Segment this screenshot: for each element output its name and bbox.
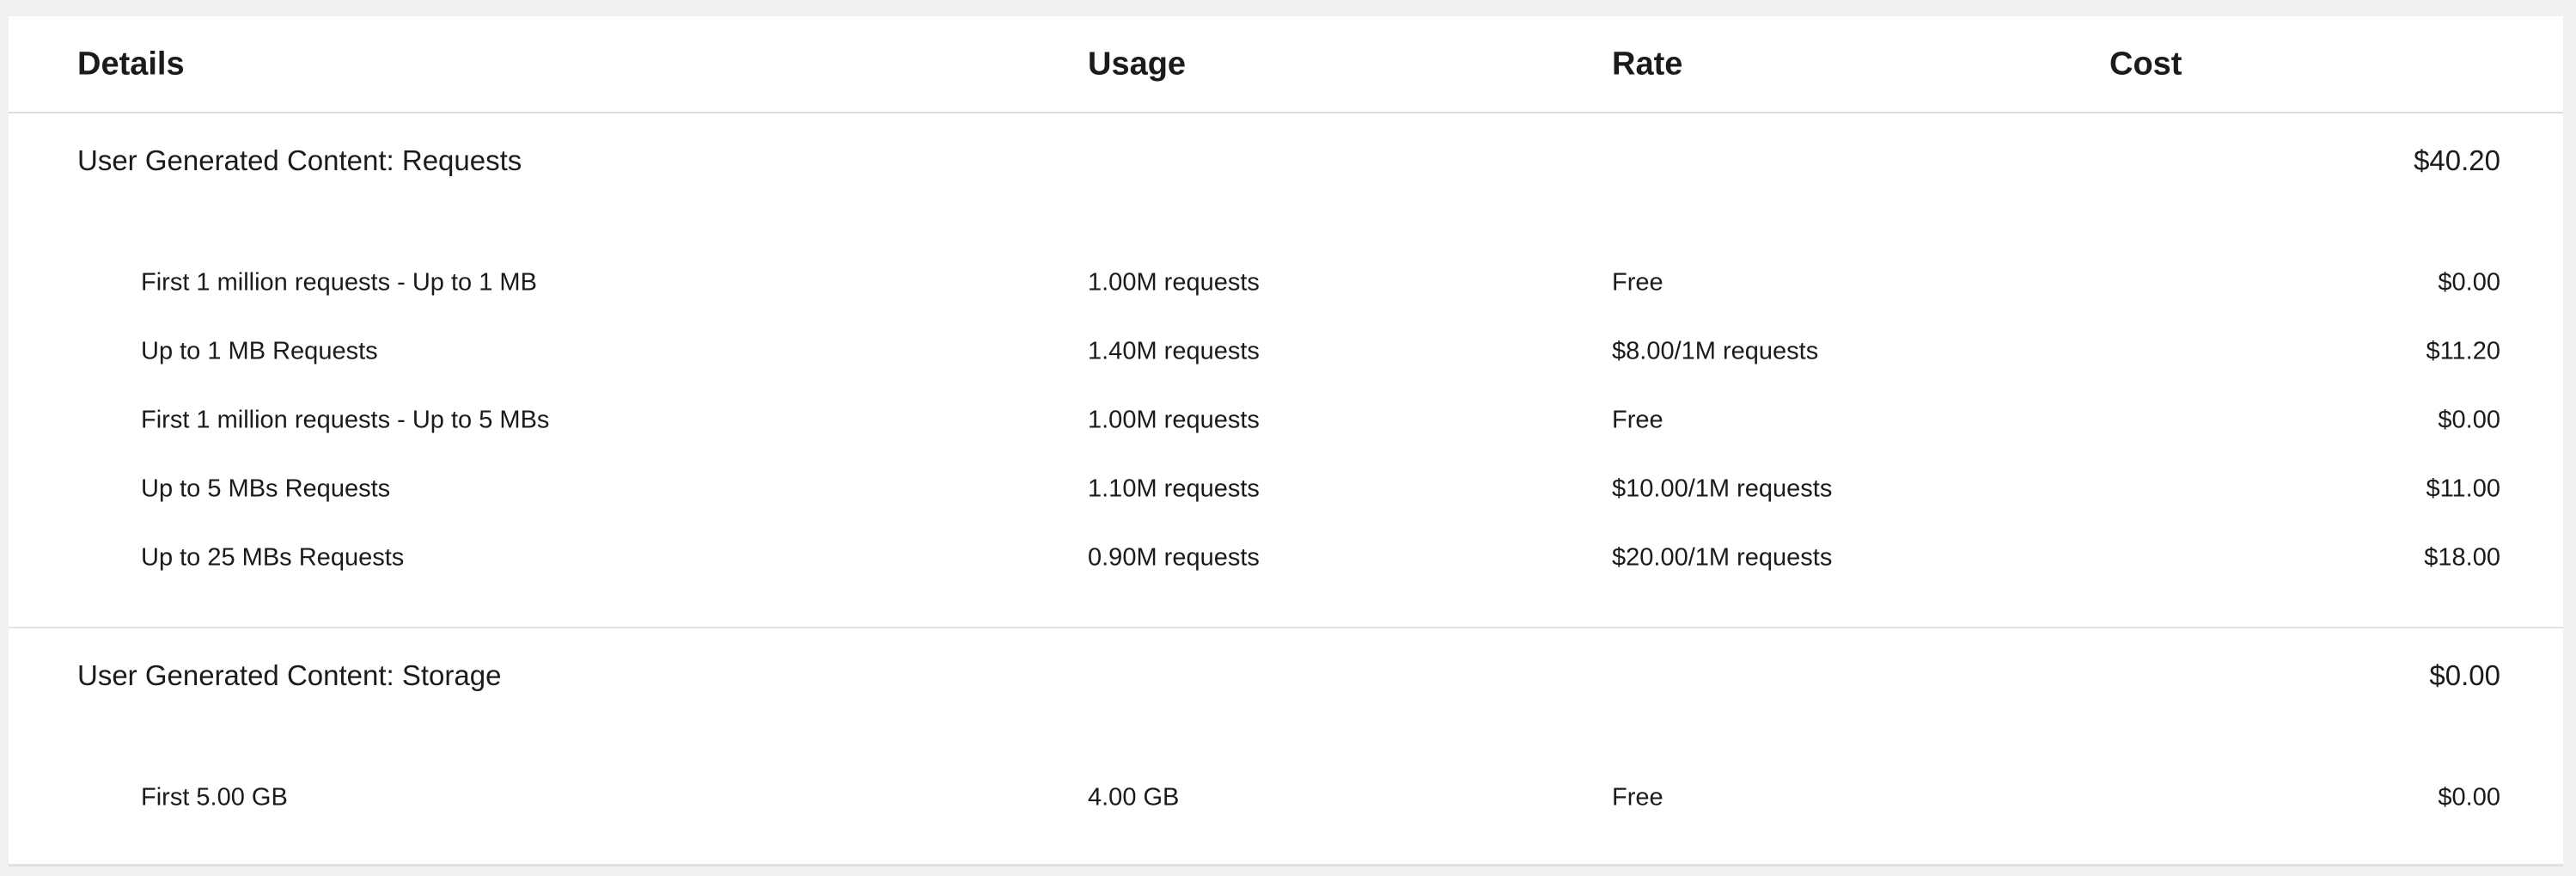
row-usage: 1.00M requests <box>1088 406 1260 434</box>
group-title-row: User Generated Content: Requests $40.20 <box>9 113 2563 208</box>
table-row: First 1 million requests - Up to 1 MB 1.… <box>9 248 2563 317</box>
row-cost: $18.00 <box>2424 543 2500 572</box>
column-header-details: Details <box>77 46 185 82</box>
cost-details-table: Details Usage Rate Cost User Generated C… <box>9 16 2563 867</box>
group-title: User Generated Content: Requests <box>77 144 522 176</box>
row-usage: 0.90M requests <box>1088 543 1260 572</box>
row-details: First 5.00 GB <box>141 783 288 812</box>
row-cost: $0.00 <box>2438 406 2500 434</box>
row-usage: 1.10M requests <box>1088 475 1260 503</box>
row-details: Up to 1 MB Requests <box>141 337 378 365</box>
group-title: User Generated Content: Storage <box>77 659 502 691</box>
row-details: First 1 million requests - Up to 1 MB <box>141 268 537 297</box>
group-total: $40.20 <box>2414 144 2500 176</box>
row-details: First 1 million requests - Up to 5 MBs <box>141 406 550 434</box>
row-usage: 1.00M requests <box>1088 268 1260 297</box>
table-row: Up to 25 MBs Requests 0.90M requests $20… <box>9 524 2563 592</box>
group-storage: User Generated Content: Storage $0.00 Fi… <box>9 628 2563 867</box>
table-row: Up to 1 MB Requests 1.40M requests $8.00… <box>9 317 2563 386</box>
row-details: Up to 25 MBs Requests <box>141 543 405 572</box>
group-requests: User Generated Content: Requests $40.20 … <box>9 113 2563 628</box>
row-rate: Free <box>1612 406 1663 434</box>
row-cost: $11.20 <box>2426 337 2500 365</box>
table-row: Up to 5 MBs Requests 1.10M requests $10.… <box>9 455 2563 524</box>
column-header-rate: Rate <box>1612 46 1683 82</box>
row-rate: $8.00/1M requests <box>1612 337 1819 365</box>
table-row: First 5.00 GB 4.00 GB Free $0.00 <box>9 763 2563 832</box>
row-rate: $20.00/1M requests <box>1612 543 1833 572</box>
group-total: $0.00 <box>2429 659 2500 691</box>
row-cost: $11.00 <box>2426 475 2500 503</box>
table-row: First 1 million requests - Up to 5 MBs 1… <box>9 386 2563 455</box>
group-title-row: User Generated Content: Storage $0.00 <box>9 628 2563 723</box>
column-header-cost: Cost <box>2109 46 2182 82</box>
row-rate: Free <box>1612 783 1663 812</box>
row-cost: $0.00 <box>2438 268 2500 297</box>
column-header-usage: Usage <box>1088 46 1187 82</box>
table-header: Details Usage Rate Cost <box>9 16 2563 113</box>
row-rate: $10.00/1M requests <box>1612 475 1833 503</box>
row-usage: 4.00 GB <box>1088 783 1180 812</box>
row-details: Up to 5 MBs Requests <box>141 475 391 503</box>
row-rate: Free <box>1612 268 1663 297</box>
row-usage: 1.40M requests <box>1088 337 1260 365</box>
row-cost: $0.00 <box>2438 783 2500 812</box>
